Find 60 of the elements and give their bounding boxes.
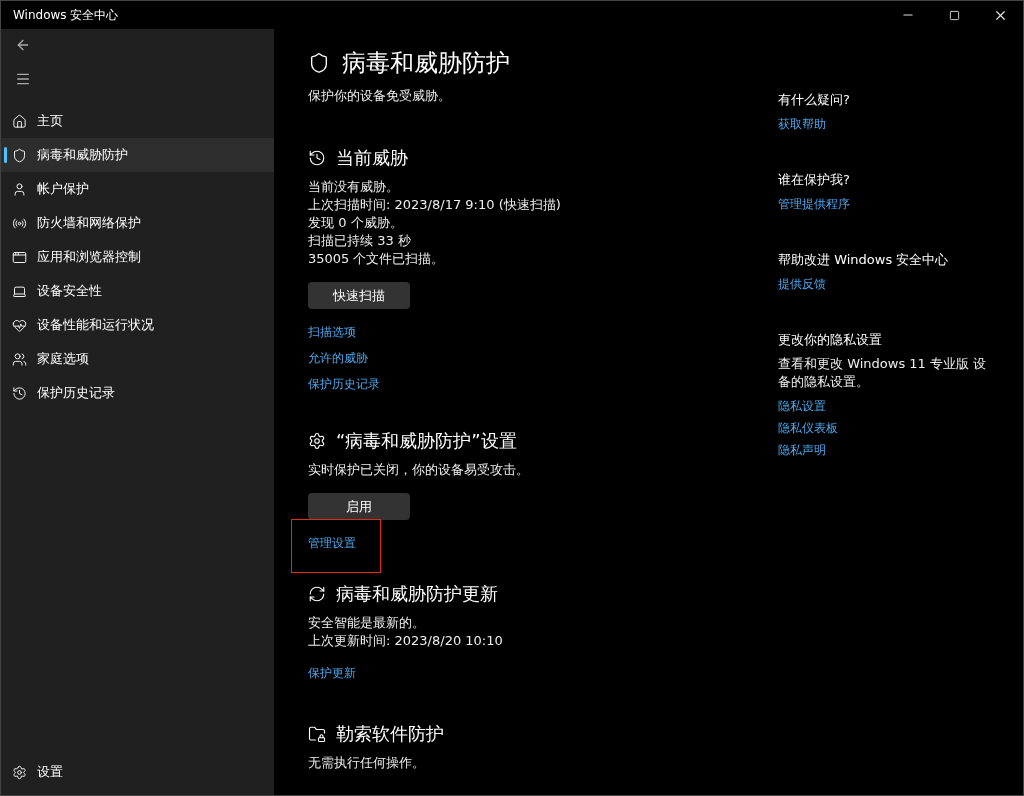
sidebar-item[interactable]: 保护历史记录 (1, 376, 274, 410)
settings-item[interactable]: 设置 (1, 755, 274, 789)
link[interactable]: 隐私声明 (778, 441, 826, 459)
sidebar-item[interactable]: 设备安全性 (1, 274, 274, 308)
aside-title: 更改你的隐私设置 (778, 331, 882, 349)
page-title: 病毒和威胁防护 (342, 48, 510, 79)
health-icon (12, 317, 27, 333)
sidebar-item[interactable]: 防火墙和网络保护 (1, 206, 274, 240)
link[interactable]: 获取帮助 (778, 115, 826, 133)
clock-icon (308, 149, 326, 167)
gear-icon (308, 432, 326, 450)
sidebar-item[interactable]: 帐户保护 (1, 172, 274, 206)
status-text: 实时保护已关闭，你的设备易受攻击。 (308, 461, 530, 479)
app-icon (12, 249, 27, 265)
sidebar-item[interactable]: 病毒和威胁防护 (1, 138, 274, 172)
link[interactable]: 隐私仪表板 (778, 419, 838, 437)
aside-title: 帮助改进 Windows 安全中心 (778, 251, 949, 269)
shield-icon (12, 147, 27, 163)
link[interactable]: 保护历史记录 (308, 377, 380, 391)
menu-icon (15, 71, 31, 87)
page-subtitle: 保护你的设备免受威胁。 (308, 87, 452, 105)
link[interactable]: 扫描选项 (308, 325, 356, 339)
status-text: 35005 个文件已扫描。 (308, 250, 446, 268)
link[interactable]: 管理设置 (308, 536, 356, 550)
family-icon (12, 351, 27, 367)
status-text: 扫描已持续 33 秒 (308, 232, 412, 250)
status-text: 无需执行任何操作。 (308, 754, 426, 772)
home-icon (12, 113, 27, 129)
account-icon (12, 181, 27, 197)
status-text: 上次更新时间: 2023/8/20 10:10 (308, 632, 504, 650)
refresh-icon (308, 585, 326, 603)
link[interactable]: 保护更新 (308, 666, 356, 680)
aside-title: 谁在保护我? (778, 171, 850, 189)
sidebar-item[interactable]: 家庭选项 (1, 342, 274, 376)
status-text: 当前没有威胁。 (308, 178, 400, 196)
status-text: 上次扫描时间: 2023/8/17 9:10 (快速扫描) (308, 196, 562, 214)
sidebar-item[interactable]: 设备性能和运行状况 (1, 308, 274, 342)
link[interactable]: 隐私设置 (778, 397, 826, 415)
link[interactable]: 允许的威胁 (308, 351, 368, 365)
action-button[interactable]: 启用 (308, 493, 410, 520)
aside-text: 查看和更改 Windows 11 专业版 设备的隐私设置。 (778, 355, 988, 391)
window-title: Windows 安全中心 (13, 6, 119, 24)
aside-title: 有什么疑问? (778, 91, 850, 109)
status-text: 安全智能是最新的。 (308, 614, 426, 632)
folder-lock-icon (308, 725, 326, 743)
sidebar-item[interactable]: 应用和浏览器控制 (1, 240, 274, 274)
action-button[interactable]: 快速扫描 (308, 282, 410, 309)
maximize-icon (948, 9, 960, 21)
status-text: 发现 0 个威胁。 (308, 214, 404, 232)
section-title: 病毒和威胁防护更新 (336, 582, 498, 606)
section-title: 当前威胁 (336, 146, 408, 170)
link[interactable]: 管理提供程序 (778, 195, 850, 213)
section-title: 勒索软件防护 (336, 722, 444, 746)
sidebar-item[interactable]: 主页 (1, 104, 274, 138)
device-icon (12, 283, 27, 299)
settings-icon (12, 764, 27, 780)
shield-icon (308, 52, 330, 74)
section-title: “病毒和威胁防护”设置 (336, 429, 517, 453)
history-icon (12, 385, 27, 401)
link[interactable]: 提供反馈 (778, 275, 826, 293)
